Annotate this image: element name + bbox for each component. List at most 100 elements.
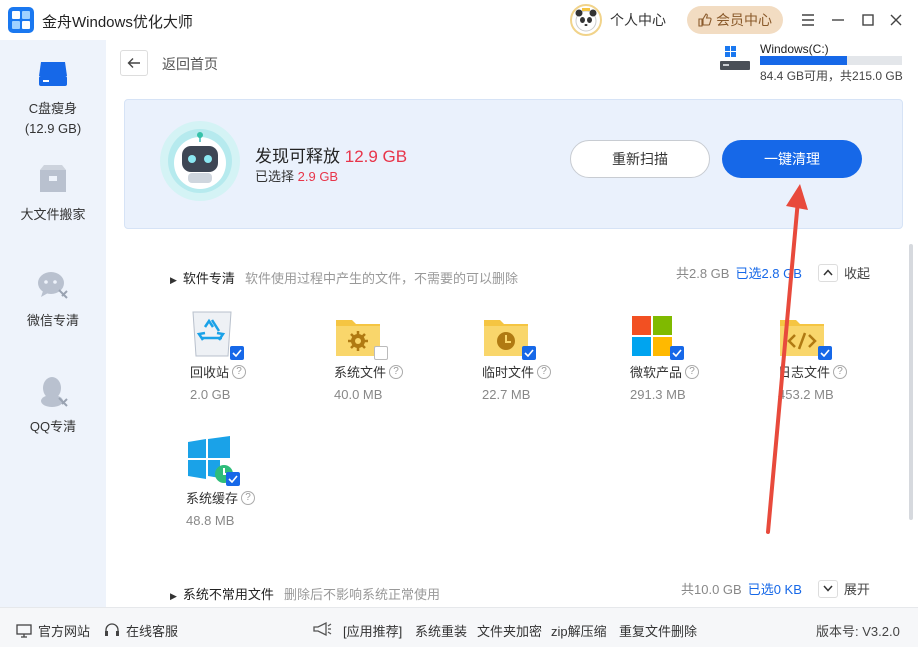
- help-icon[interactable]: ?: [833, 364, 848, 379]
- help-icon[interactable]: ?: [241, 490, 256, 505]
- main-content: 返回首页 Windows(C:) 84.4 GB可用，共215.0 GB 发现可…: [106, 40, 918, 607]
- item-size: 40.0 MB: [334, 387, 383, 402]
- section-selected: 已选2.8 GB: [735, 266, 802, 281]
- vip-center-button[interactable]: 会员中心: [687, 6, 783, 34]
- headset-icon: [105, 623, 119, 636]
- vip-label: 会员中心: [716, 12, 772, 28]
- item-name: 临时文件: [482, 365, 535, 380]
- scrollbar[interactable]: [909, 244, 913, 520]
- windows-drive-icon: [720, 46, 750, 70]
- clean-item-temp-files[interactable]: 临时文件? 22.7 MB: [482, 310, 592, 402]
- avatar: [570, 4, 602, 36]
- item-checkbox[interactable]: [522, 346, 536, 360]
- clean-item-recycle-bin[interactable]: 回收站? 2.0 GB: [190, 310, 300, 402]
- section-summary-system-unused: 共10.0 GB 已选0 KB 展开: [681, 579, 870, 598]
- zip-extract-link[interactable]: zip解压缩: [551, 621, 607, 640]
- item-checkbox[interactable]: [230, 346, 244, 360]
- duplicate-file-delete-link[interactable]: 重复文件删除: [619, 621, 697, 640]
- clean-item-log-files[interactable]: 日志文件? 453.2 MB: [778, 310, 888, 402]
- sidebar-item-sub: (12.9 GB): [24, 121, 82, 136]
- app-title: 金舟Windows优化大师: [42, 14, 193, 31]
- close-icon[interactable]: [884, 8, 908, 32]
- one-click-clean-button[interactable]: 一键清理: [722, 140, 862, 178]
- online-support-label: 在线客服: [126, 624, 179, 639]
- found-amount: 12.9 GB: [344, 147, 408, 166]
- section-total: 共2.8 GB: [676, 266, 730, 281]
- help-icon[interactable]: ?: [389, 364, 404, 379]
- found-text: 发现可释放 12.9 GB: [255, 142, 407, 167]
- panda-avatar-icon: [575, 8, 597, 32]
- rescan-button[interactable]: 重新扫描: [570, 140, 710, 178]
- sidebar-item-label: 微信专清: [26, 313, 79, 328]
- profile-label: 个人中心: [610, 12, 666, 28]
- item-checkbox[interactable]: [374, 346, 388, 360]
- collapse-icon[interactable]: [817, 263, 838, 282]
- item-size: 22.7 MB: [482, 387, 531, 402]
- sidebar-item-label: 大文件搬家: [20, 207, 86, 222]
- official-website-label: 官方网站: [38, 624, 91, 639]
- section-title: 系统不常用文件: [182, 587, 274, 602]
- profile-button[interactable]: 个人中心: [570, 4, 666, 36]
- item-name: 回收站: [190, 365, 230, 380]
- qq-icon: [41, 377, 68, 407]
- selected-prefix: 已选择: [255, 169, 295, 184]
- drive-usage-bar: [760, 56, 902, 65]
- help-icon[interactable]: ?: [232, 364, 247, 379]
- section-summary-software: 共2.8 GB 已选2.8 GB 收起: [676, 263, 870, 282]
- section-header-software[interactable]: ▶ 软件专清 软件使用过程中产生的文件，不需要的可以删除: [170, 268, 518, 287]
- item-checkbox[interactable]: [818, 346, 832, 360]
- online-support-link[interactable]: 在线客服: [104, 621, 178, 640]
- minimize-icon[interactable]: [826, 8, 850, 32]
- clean-item-system-cache[interactable]: 系统缓存? 48.8 MB: [186, 436, 296, 528]
- sidebar-item-large-file-move[interactable]: 大文件搬家: [0, 162, 106, 225]
- help-icon[interactable]: ?: [537, 364, 552, 379]
- selected-amount: 2.9 GB: [297, 169, 339, 184]
- expand-triangle-icon: ▶: [170, 275, 177, 285]
- clean-item-system-files[interactable]: 系统文件? 40.0 MB: [334, 310, 444, 402]
- item-size: 453.2 MB: [778, 387, 834, 402]
- item-checkbox[interactable]: [670, 346, 684, 360]
- clean-item-microsoft-products[interactable]: 微软产品? 291.3 MB: [630, 310, 740, 402]
- section-header-system-unused[interactable]: ▶ 系统不常用文件 删除后不影响系统正常使用: [170, 584, 440, 603]
- sidebar-item-c-drive-slim[interactable]: C盘瘦身 (12.9 GB): [0, 56, 106, 139]
- expand-triangle-icon: ▶: [170, 591, 177, 601]
- official-website-link[interactable]: 官方网站: [16, 621, 90, 640]
- selected-text: 已选择 2.9 GB: [255, 166, 338, 185]
- expand-icon[interactable]: [817, 579, 838, 598]
- app-recommend-link[interactable]: [应用推荐]: [343, 621, 402, 640]
- expand-toggle[interactable]: 展开: [844, 579, 870, 598]
- title-bar: 金舟Windows优化大师 个人中心 会员中心: [0, 0, 918, 40]
- scan-summary-panel: 发现可释放 12.9 GB 已选择 2.9 GB 重新扫描 一键清理: [124, 99, 903, 229]
- menu-icon[interactable]: [796, 8, 820, 32]
- version-label: 版本号: V3.2.0: [816, 624, 900, 639]
- sidebar-item-wechat-clean[interactable]: 微信专清: [0, 268, 106, 331]
- box-icon: [40, 165, 66, 192]
- back-button[interactable]: [120, 50, 148, 76]
- help-icon[interactable]: ?: [685, 364, 700, 379]
- folder-encrypt-link[interactable]: 文件夹加密: [477, 621, 542, 640]
- sidebar-item-label: QQ专清: [29, 419, 77, 434]
- robot-icon: [160, 121, 240, 201]
- microsoft-logo-icon: [632, 316, 672, 356]
- arrow-left-icon: [127, 58, 140, 68]
- back-home-link[interactable]: 返回首页: [162, 54, 218, 74]
- maximize-icon[interactable]: [856, 8, 880, 32]
- found-prefix: 发现可释放: [255, 147, 340, 166]
- monitor-icon: [16, 623, 32, 638]
- item-size: 48.8 MB: [186, 513, 235, 528]
- wechat-icon: [38, 272, 68, 299]
- item-name: 微软产品: [630, 365, 683, 380]
- section-desc: 软件使用过程中产生的文件，不需要的可以删除: [244, 271, 518, 286]
- sidebar: C盘瘦身 (12.9 GB) 大文件搬家 微信专清 QQ专清: [0, 40, 106, 607]
- footer: 官方网站 在线客服 [应用推荐] 系统重装 文件夹加密 zip解压缩 重复文件删…: [0, 607, 918, 647]
- item-name: 日志文件: [778, 365, 831, 380]
- collapse-toggle[interactable]: 收起: [844, 263, 870, 282]
- sidebar-item-qq-clean[interactable]: QQ专清: [0, 374, 106, 437]
- drive-info: 84.4 GB可用，共215.0 GB: [760, 69, 903, 83]
- item-size: 291.3 MB: [630, 387, 686, 402]
- item-checkbox[interactable]: [226, 472, 240, 486]
- recycle-bin-icon: [192, 311, 232, 357]
- item-name: 系统缓存: [186, 491, 239, 506]
- system-reinstall-link[interactable]: 系统重装: [415, 621, 467, 640]
- app-logo-icon: [8, 7, 34, 33]
